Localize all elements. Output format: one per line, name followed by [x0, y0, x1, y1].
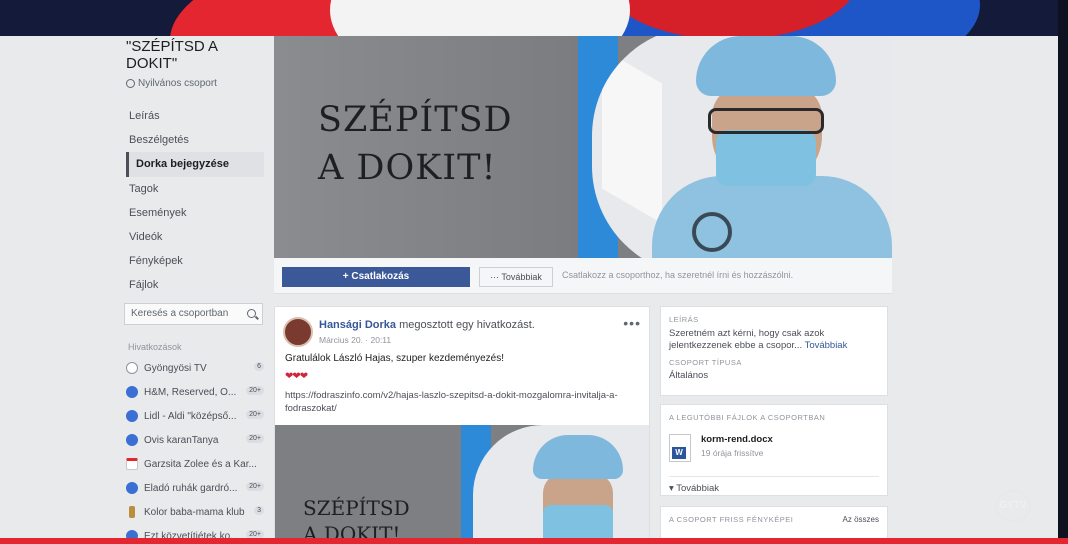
wings-decoration	[602, 48, 662, 224]
post-options-icon[interactable]: •••	[623, 315, 641, 331]
group-type-value: Általános	[669, 370, 709, 381]
file-name[interactable]: korm-rend.docx	[701, 434, 773, 445]
nurse-cap	[696, 36, 836, 96]
shortcut-item[interactable]: Garzsita Zolee és a Kar...	[126, 452, 268, 476]
shortcut-label: H&M, Reserved, O...	[144, 386, 237, 398]
nav-item-leiras[interactable]: Leírás	[126, 104, 264, 128]
nav-item-fenykepek[interactable]: Fényképek	[126, 249, 264, 273]
recent-files-card: A legutóbbi fájlok a csoportban korm-ren…	[660, 404, 888, 496]
channel-logo: GYTV	[995, 490, 1031, 522]
group-icon	[126, 434, 138, 446]
nurse-scrubs	[652, 176, 892, 258]
about-description: Szeretném azt kérni, hogy csak azok jele…	[669, 328, 879, 352]
avatar[interactable]	[283, 317, 313, 347]
post-action: megosztott egy hivatkozást.	[396, 319, 535, 331]
nurse-mask	[716, 130, 816, 186]
group-action-bar: + Csatlakozás ··· Továbbiak Csatlakozz a…	[274, 258, 892, 294]
shortcuts-heading: Hivatkozások	[128, 342, 182, 352]
group-search-input[interactable]: Keresés a csoportban	[124, 303, 263, 325]
post-author-name[interactable]: Hansági Dorka	[319, 319, 396, 331]
preview-nurse-mask	[543, 505, 613, 539]
shortcut-item[interactable]: Ovis karanTanya 20+	[126, 428, 268, 452]
tv-top-band	[0, 0, 1068, 36]
about-see-more-link[interactable]: Továbbiak	[805, 340, 848, 351]
shortcuts-list: Gyöngyösi TV 6 H&M, Reserved, O... 20+ L…	[126, 356, 268, 540]
group-title[interactable]: "SZÉPÍTSD A DOKIT"	[126, 38, 266, 72]
group-type-heading: Csoport típusa	[669, 358, 742, 367]
baby-bottle-icon	[129, 506, 135, 518]
post-timestamp[interactable]: Március 20. · 20:11	[319, 335, 391, 345]
shortcut-count-badge: 3	[254, 506, 264, 515]
join-hint-text: Csatlakozz a csoporthoz, ha szeretnél ír…	[562, 270, 794, 280]
group-post: Hansági Dorka megosztott egy hivatkozást…	[274, 306, 650, 540]
shortcut-label: Lidl - Aldi "középső...	[144, 410, 237, 422]
tv-bottom-edge	[0, 538, 1068, 544]
preview-headline: SZÉPÍTSD A DOKIT!	[303, 495, 410, 539]
more-options-button[interactable]: ··· Továbbiak	[479, 267, 553, 287]
shortcut-label: Ovis karanTanya	[144, 434, 219, 446]
nav-item-tagok[interactable]: Tagok	[126, 177, 264, 201]
group-search-placeholder: Keresés a csoportban	[131, 308, 229, 319]
join-group-button[interactable]: + Csatlakozás	[282, 267, 470, 287]
search-icon[interactable]	[247, 309, 256, 318]
preview-nurse-photo	[473, 425, 649, 539]
about-card: Leírás Szeretném azt kérni, hogy csak az…	[660, 306, 888, 396]
shortcut-item[interactable]: H&M, Reserved, O... 20+	[126, 380, 268, 404]
nav-item-beszelgetes[interactable]: Beszélgetés	[126, 128, 264, 152]
file-item[interactable]: korm-rend.docx 19 órája frissítve	[669, 434, 879, 462]
group-nav: Leírás Beszélgetés Dorka bejegyzése Tago…	[126, 104, 264, 298]
group-icon	[126, 482, 138, 494]
post-link[interactable]: https://fodraszinfo.com/v2/hajas-laszlo-…	[285, 389, 625, 415]
file-updated-time: 19 órája frissítve	[701, 448, 764, 458]
cover-headline-line-2: A DOKIT!	[318, 148, 497, 188]
post-author-line: Hansági Dorka megosztott egy hivatkozást…	[319, 319, 535, 331]
recent-files-heading: A legutóbbi fájlok a csoportban	[669, 413, 826, 422]
cover-headline: SZÉPÍTSD A DOKIT!	[318, 96, 513, 192]
shortcut-count-badge: 20+	[246, 434, 264, 443]
word-document-icon	[669, 434, 691, 462]
nav-item-fajlok[interactable]: Fájlok	[126, 273, 264, 297]
group-icon	[126, 362, 138, 374]
shortcut-item[interactable]: Eladó ruhák gardró... 20+	[126, 476, 268, 500]
shortcut-item[interactable]: Kolor baba-mama klub 3	[126, 500, 268, 524]
group-privacy: Nyilvános csoport	[126, 78, 217, 89]
group-icon	[126, 410, 138, 422]
about-description-text: Szeretném azt kérni, hogy csak azok jele…	[669, 328, 825, 351]
see-all-photos-link[interactable]: Az összes	[843, 515, 879, 524]
heart-emoji: ❤❤❤	[285, 371, 308, 382]
preview-nurse-cap	[533, 435, 623, 479]
post-text: Gratulálok László Hajas, szuper kezdemén…	[285, 353, 504, 364]
shortcut-label: Eladó ruhák gardró...	[144, 482, 238, 494]
nav-item-dorka-bejegyzese[interactable]: Dorka bejegyzése	[126, 152, 264, 177]
shortcut-count-badge: 20+	[246, 482, 264, 491]
stethoscope	[692, 212, 732, 252]
nurse-photo	[592, 36, 892, 258]
nav-item-esemenyek[interactable]: Események	[126, 201, 264, 225]
cover-photo[interactable]: SZÉPÍTSD A DOKIT!	[274, 36, 892, 258]
shortcut-count-badge: 20+	[246, 386, 264, 395]
nav-item-videok[interactable]: Videók	[126, 225, 264, 249]
tv-right-edge	[1058, 0, 1068, 544]
shortcut-count-badge: 6	[254, 362, 264, 371]
shortcut-label: Kolor baba-mama klub	[144, 506, 245, 518]
about-heading: Leírás	[669, 315, 699, 324]
shortcut-item[interactable]: Gyöngyösi TV 6	[126, 356, 268, 380]
shortcut-count-badge: 20+	[246, 410, 264, 419]
cover-headline-line-1: SZÉPÍTSD	[318, 100, 513, 140]
globe-icon	[126, 79, 135, 88]
nurse-glasses	[708, 108, 824, 134]
group-icon	[126, 386, 138, 398]
shortcut-item[interactable]: Lidl - Aldi "középső... 20+	[126, 404, 268, 428]
facebook-group-page: "SZÉPÍTSD A DOKIT" Nyilvános csoport Leí…	[0, 36, 1058, 540]
group-sidebar: "SZÉPÍTSD A DOKIT" Nyilvános csoport Leí…	[118, 36, 270, 540]
shortcut-label: Garzsita Zolee és a Kar...	[144, 458, 257, 470]
recent-photos-card: A csoport friss fényképei Az összes	[660, 506, 888, 540]
files-see-more-link[interactable]: ▾ Továbbiak	[669, 476, 879, 494]
swoosh-white-decoration	[330, 0, 630, 36]
calendar-icon	[126, 458, 138, 470]
shortcut-label: Gyöngyösi TV	[144, 362, 207, 374]
group-privacy-label: Nyilvános csoport	[138, 78, 217, 89]
preview-headline-line-1: SZÉPÍTSD	[303, 496, 410, 520]
post-link-preview-image[interactable]: SZÉPÍTSD A DOKIT!	[275, 425, 649, 539]
